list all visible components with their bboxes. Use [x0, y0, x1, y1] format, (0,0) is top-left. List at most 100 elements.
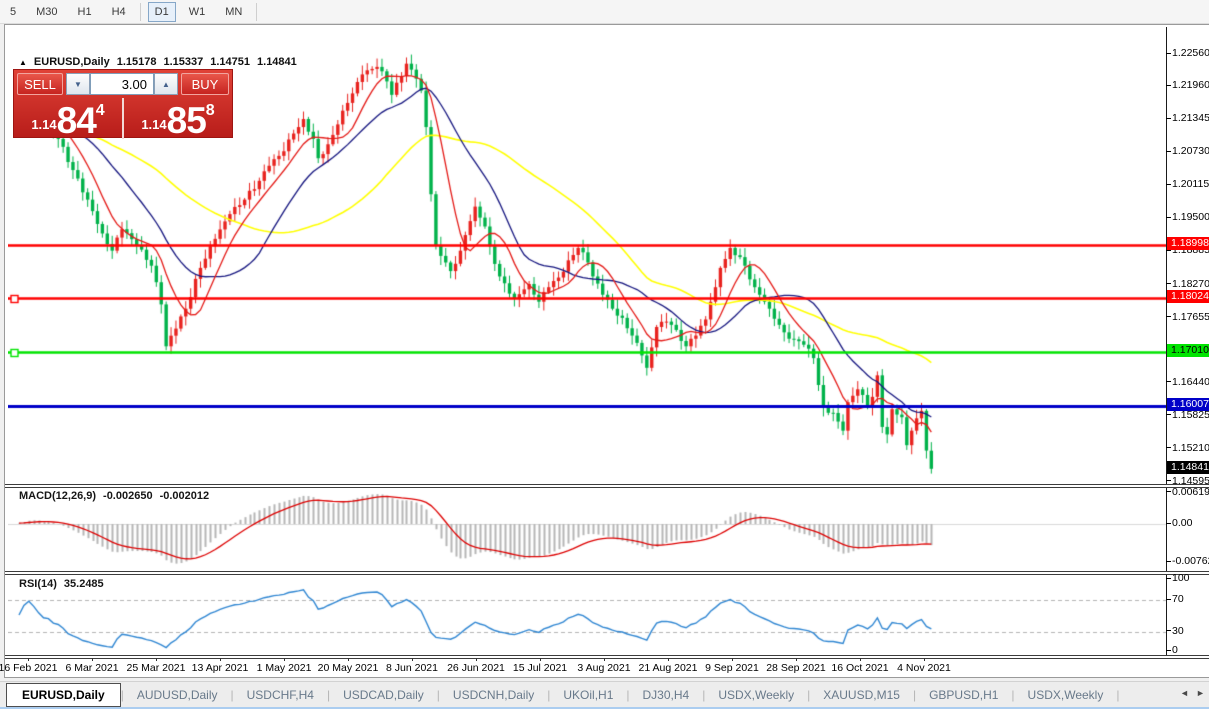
rsi-axis-label: 70 [1172, 593, 1184, 605]
chart-tab-USDCHF-H4[interactable]: USDCHF,H4 [234, 684, 327, 706]
timeframe-button-W1[interactable]: W1 [182, 2, 213, 22]
chart-tab-USDX-Weekly[interactable]: USDX,Weekly [705, 684, 807, 706]
date-axis-label: 25 Mar 2021 [127, 662, 186, 674]
price-line-badge: 1.18024 [1167, 290, 1209, 303]
chart-tab-GBPUSD-H1[interactable]: GBPUSD,H1 [916, 684, 1011, 706]
sell-button[interactable]: SELL [17, 73, 63, 95]
toolbar-separator [140, 3, 141, 21]
buy-price-display[interactable]: 1.14858 [124, 98, 232, 139]
rsi-axis-tick [1166, 599, 1171, 600]
timeframe-button-H1[interactable]: H1 [71, 2, 99, 22]
collapse-triangle-icon[interactable]: ▲ [19, 58, 27, 67]
date-axis-tick [540, 658, 541, 661]
macd-value: -0.002650 [103, 490, 153, 502]
current-price-badge: 1.14841 [1167, 461, 1209, 474]
rsi-axis-tick [1166, 630, 1171, 631]
price-line-badge: 1.17010 [1167, 344, 1209, 357]
price-axis-tick [1166, 414, 1171, 415]
price-axis-label: 1.22560 [1172, 47, 1209, 59]
date-axis-tick [92, 658, 93, 661]
timeframe-button-D1[interactable]: D1 [148, 2, 176, 22]
timeframe-button-5[interactable]: 5 [3, 2, 23, 22]
date-axis-tick [732, 658, 733, 661]
macd-axis-tick [1166, 523, 1171, 524]
tab-scroll-left-icon[interactable]: ◄ [1180, 688, 1189, 698]
price-line-badge: 1.18998 [1167, 237, 1209, 250]
date-axis-tick [924, 658, 925, 661]
panel-divider [5, 655, 1209, 659]
date-axis-tick [476, 658, 477, 661]
chart-header: ▲ EURUSD,Daily 1.15178 1.15337 1.14751 1… [19, 56, 297, 68]
rsi-axis-label: 0 [1172, 644, 1178, 656]
date-axis-tick [28, 658, 29, 661]
date-axis-tick [412, 658, 413, 661]
ohlc-close: 1.14841 [257, 56, 297, 68]
price-axis-tick [1166, 480, 1171, 481]
date-axis-label: 3 Aug 2021 [577, 662, 630, 674]
one-click-trade-panel: SELL ▼ ▲ BUY 1.14844 1.14858 [13, 69, 233, 138]
price-axis-label: 1.17655 [1172, 311, 1209, 323]
price-axis-label: 1.19500 [1172, 211, 1209, 223]
triangle-up-icon: ▲ [162, 80, 170, 89]
price-axis-tick [1166, 118, 1171, 119]
price-axis-tick [1166, 283, 1171, 284]
timeframe-button-M30[interactable]: M30 [29, 2, 64, 22]
macd-axis-label: -0.007621 [1172, 555, 1209, 567]
chart-tab-XAUUSD-M15[interactable]: XAUUSD,M15 [810, 684, 913, 706]
axis-separator-line [1166, 27, 1167, 658]
date-axis-tick [220, 658, 221, 661]
sell-price-main: 84 [57, 105, 96, 136]
price-axis-tick [1166, 85, 1171, 86]
tab-separator: | [1116, 688, 1119, 702]
chart-symbol-label: EURUSD,Daily [34, 56, 110, 68]
price-axis-label: 1.21345 [1172, 112, 1209, 124]
date-axis-label: 6 Mar 2021 [65, 662, 118, 674]
date-axis-label: 26 Jun 2021 [447, 662, 505, 674]
volume-decrease-button[interactable]: ▼ [66, 73, 90, 95]
date-axis-label: 21 Aug 2021 [639, 662, 698, 674]
price-axis-tick [1166, 151, 1171, 152]
date-axis-label: 20 May 2021 [318, 662, 379, 674]
chart-window: ▲ EURUSD,Daily 1.15178 1.15337 1.14751 1… [4, 24, 1209, 678]
panel-divider[interactable] [5, 571, 1209, 575]
tab-scroll-right-icon[interactable]: ► [1196, 688, 1205, 698]
trading-platform-screen: 5 M30 H1 H4 D1 W1MN ▲ EURUSD,Daily 1.15178 1.… [0, 0, 1209, 709]
chart-tab-USDCNH-Daily[interactable]: USDCNH,Daily [440, 684, 547, 706]
volume-increase-button[interactable]: ▲ [154, 73, 178, 95]
sell-price-prefix: 1.14 [31, 117, 56, 132]
macd-name: MACD(12,26,9) [19, 490, 96, 502]
date-axis-tick [668, 658, 669, 661]
date-axis-label: 15 Jul 2021 [513, 662, 567, 674]
date-axis-tick [860, 658, 861, 661]
date-axis-label: 28 Sep 2021 [766, 662, 826, 674]
date-axis-label: 13 Apr 2021 [192, 662, 249, 674]
macd-axis-label: 0.006193 [1172, 486, 1209, 498]
chart-tab-AUDUSD-Daily[interactable]: AUDUSD,Daily [124, 684, 231, 706]
buy-button[interactable]: BUY [181, 73, 229, 95]
rsi-title: RSI(14) 35.2485 [19, 578, 104, 590]
macd-signal-value: -0.002012 [160, 490, 210, 502]
timeframe-button-H4[interactable]: H4 [105, 2, 133, 22]
date-axis-tick [284, 658, 285, 661]
rsi-panel-canvas[interactable] [8, 576, 1166, 657]
chart-tab-EURUSD-Daily[interactable]: EURUSD,Daily [6, 683, 121, 707]
chart-tab-UKOil-H1[interactable]: UKOil,H1 [550, 684, 626, 706]
volume-input[interactable] [90, 73, 154, 95]
chart-tab-DJ30-H4[interactable]: DJ30,H4 [630, 684, 703, 706]
date-axis-label: 9 Sep 2021 [705, 662, 759, 674]
toolbar-separator [256, 3, 257, 21]
symbol-tabbar: EURUSD,Daily|AUDUSD,Daily|USDCHF,H4|USDC… [0, 681, 1209, 707]
timeframe-button-MN[interactable]: MN [218, 2, 249, 22]
chart-tab-USDX-Weekly[interactable]: USDX,Weekly [1015, 684, 1117, 706]
price-axis-label: 1.16440 [1172, 376, 1209, 388]
sell-price-display[interactable]: 1.14844 [14, 98, 124, 139]
sell-price-pip: 4 [96, 102, 105, 120]
triangle-down-icon: ▼ [74, 80, 82, 89]
price-line-badge: 1.16007 [1167, 398, 1209, 411]
rsi-axis-tick [1166, 578, 1171, 579]
panel-divider[interactable] [5, 484, 1209, 488]
date-axis-label: 4 Nov 2021 [897, 662, 951, 674]
timeframe-toolbar: 5 M30 H1 H4 D1 W1MN [0, 0, 1209, 24]
chart-tab-USDCAD-Daily[interactable]: USDCAD,Daily [330, 684, 437, 706]
date-axis-label: 16 Oct 2021 [831, 662, 888, 674]
